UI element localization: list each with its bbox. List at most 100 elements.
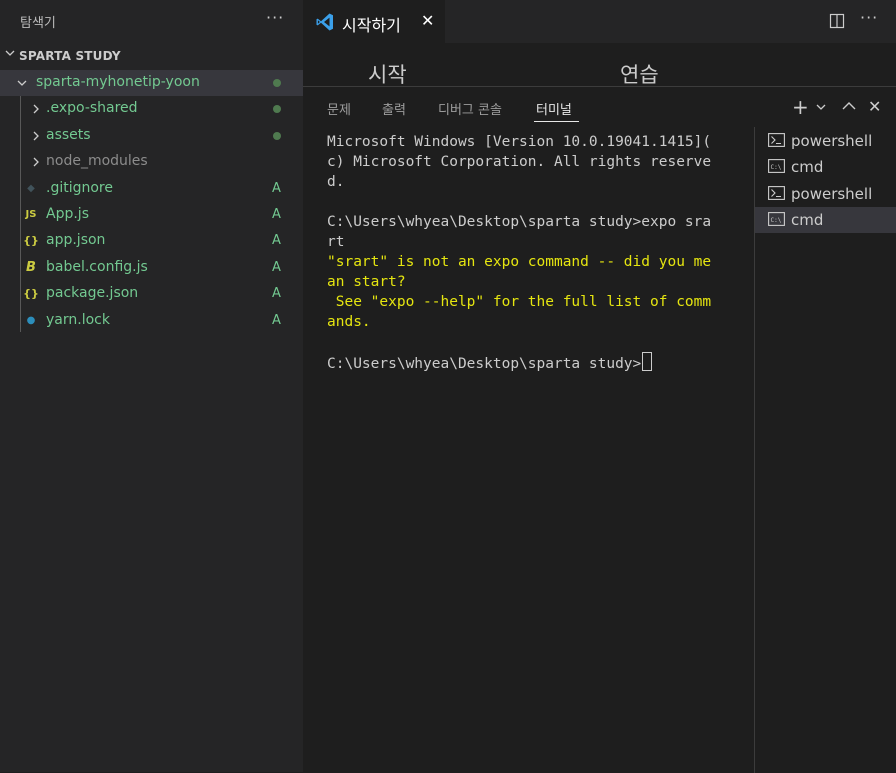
heading-practice: 연습 bbox=[620, 63, 659, 86]
terminal-line: C:\Users\whyea\Desktop\sparta study>expo… bbox=[327, 212, 729, 232]
terminal-cursor bbox=[642, 352, 653, 371]
git-status-badge: A bbox=[272, 207, 281, 222]
terminal-line-text: C:\Users\whyea\Desktop\sparta study> bbox=[327, 356, 642, 372]
git-status-badge: A bbox=[272, 180, 281, 196]
terminal-instance-list: powershell C:\ cmd powershell C:\ cmd bbox=[754, 127, 896, 773]
tab-label: 시작하기 bbox=[342, 16, 401, 35]
item-label: App.js bbox=[46, 206, 89, 222]
explorer-title: 탐색기 bbox=[20, 16, 56, 31]
terminal-line-text: Microsoft Windows [Version 10.0.19041.14… bbox=[327, 134, 712, 150]
item-label: sparta-myhonetip-yoon bbox=[36, 74, 200, 90]
terminal-line-text: ands. bbox=[327, 314, 371, 330]
terminal-instance-item[interactable]: powershell bbox=[755, 181, 896, 207]
terminal-instance-item[interactable]: C:\ cmd bbox=[755, 207, 896, 234]
tab-output[interactable]: 출력 bbox=[382, 99, 406, 118]
yarn-icon: ● bbox=[26, 314, 36, 326]
file-item[interactable]: ● yarn.lock A bbox=[0, 308, 303, 334]
editor-more-icon[interactable]: ··· bbox=[860, 8, 878, 27]
terminal-line-text: rt bbox=[327, 234, 345, 250]
tab-getting-started[interactable]: 시작하기 ✕ bbox=[303, 0, 445, 43]
chevron-down-icon bbox=[17, 80, 27, 86]
item-label: assets bbox=[46, 126, 91, 143]
item-label: app.json bbox=[46, 232, 106, 249]
cmd-icon: C:\ bbox=[768, 212, 785, 227]
item-label: .expo-shared bbox=[46, 100, 138, 117]
split-editor-icon[interactable] bbox=[829, 13, 845, 29]
git-icon: ◆ bbox=[27, 182, 35, 194]
active-tab-indicator bbox=[534, 121, 579, 122]
terminal-line: See "expo --help" for the full list of c… bbox=[327, 292, 729, 312]
explorer-sidebar: 탐색기 ··· SPARTA STUDY sparta-myhonetip-yo… bbox=[0, 0, 303, 772]
tab-debug-console[interactable]: 디버그 콘솔 bbox=[438, 99, 502, 118]
item-label: node_modules bbox=[46, 153, 148, 170]
vscode-logo-icon bbox=[316, 13, 333, 31]
file-item[interactable]: JS App.js A bbox=[0, 202, 303, 228]
terminal-instance-label: powershell bbox=[791, 132, 873, 150]
json-icon: {} bbox=[23, 287, 39, 301]
terminal-instance-item[interactable]: C:\ cmd bbox=[755, 154, 896, 180]
file-item[interactable]: {} package.json A bbox=[0, 281, 303, 307]
chevron-down-icon bbox=[5, 50, 15, 56]
terminal-instance-label: powershell bbox=[791, 184, 873, 203]
git-status-badge: A bbox=[272, 259, 281, 275]
chevron-right-icon bbox=[33, 131, 39, 141]
item-label: package.json bbox=[46, 285, 139, 302]
terminal-line: an start? bbox=[327, 272, 729, 292]
file-item[interactable]: ◆ .gitignore A bbox=[0, 176, 303, 202]
item-label: yarn.lock bbox=[46, 311, 110, 328]
folder-item[interactable]: sparta-myhonetip-yoon bbox=[0, 70, 303, 96]
chevron-down-icon[interactable] bbox=[816, 103, 826, 111]
git-status-badge: A bbox=[272, 312, 281, 328]
terminal-line-text: C:\Users\whyea\Desktop\sparta study>expo… bbox=[327, 214, 712, 230]
git-status-badge: A bbox=[272, 286, 281, 302]
js-icon: JS bbox=[25, 209, 37, 220]
item-label: .gitignore bbox=[46, 179, 113, 196]
terminal-output[interactable]: Microsoft Windows [Version 10.0.19041.14… bbox=[327, 132, 729, 372]
terminal-line-text: c) Microsoft Corporation. All rights res… bbox=[327, 154, 712, 170]
terminal-instance-label: cmd bbox=[791, 158, 824, 177]
git-status-badge: A bbox=[272, 233, 281, 249]
folder-item[interactable]: assets bbox=[0, 123, 303, 149]
svg-text:C:\: C:\ bbox=[771, 164, 782, 171]
maximize-panel-icon[interactable] bbox=[842, 101, 856, 111]
terminal-line-text: See "expo --help" for the full list of c… bbox=[327, 294, 712, 310]
terminal-line-text: d. bbox=[327, 174, 345, 190]
terminal-line: C:\Users\whyea\Desktop\sparta study> bbox=[327, 352, 729, 372]
heading-start: 시작 bbox=[368, 63, 407, 86]
terminal-line: Microsoft Windows [Version 10.0.19041.14… bbox=[327, 132, 729, 152]
chevron-right-icon bbox=[33, 104, 39, 114]
modified-dot-indicator bbox=[273, 105, 281, 114]
more-actions-icon[interactable]: ··· bbox=[266, 8, 284, 27]
chevron-right-icon bbox=[33, 157, 39, 167]
bottom-panel: 문제 출력 디버그 콘솔 터미널 + ✕ Microsoft Windows [… bbox=[303, 86, 896, 773]
modified-dot-indicator bbox=[273, 79, 281, 87]
close-panel-icon[interactable]: ✕ bbox=[868, 97, 881, 116]
svg-text:C:\: C:\ bbox=[771, 217, 782, 224]
terminal-line-text: "srart" is not an expo command -- did yo… bbox=[327, 254, 712, 270]
terminal-line: ands. bbox=[327, 312, 729, 332]
file-item[interactable]: Bbabel.config.js A bbox=[0, 255, 303, 281]
modified-dot-indicator bbox=[273, 131, 281, 140]
terminal-line: "srart" is not an expo command -- did yo… bbox=[327, 252, 729, 272]
terminal-instance-label: cmd bbox=[791, 211, 824, 230]
workspace-section-header[interactable]: SPARTA STUDY bbox=[0, 44, 303, 68]
close-icon[interactable]: ✕ bbox=[421, 11, 434, 30]
explorer-header: 탐색기 ··· bbox=[0, 0, 303, 42]
editor-content: 시작 연습 bbox=[303, 43, 896, 86]
json-icon: {} bbox=[23, 234, 39, 248]
folder-item[interactable]: .expo-shared bbox=[0, 96, 303, 122]
editor-tab-bar: 시작하기 ✕ bbox=[303, 0, 896, 43]
terminal-line: c) Microsoft Corporation. All rights res… bbox=[327, 152, 729, 172]
terminal-instance-item[interactable]: powershell bbox=[755, 128, 896, 154]
cmd-icon: C:\ bbox=[768, 159, 785, 174]
folder-item[interactable]: node_modules bbox=[0, 149, 303, 175]
terminal-line: d. bbox=[327, 172, 729, 192]
tab-problems[interactable]: 문제 bbox=[327, 99, 351, 118]
tab-terminal[interactable]: 터미널 bbox=[536, 99, 572, 118]
terminal-line-text: an start? bbox=[327, 274, 406, 290]
file-item[interactable]: {} app.json A bbox=[0, 228, 303, 254]
powershell-icon bbox=[768, 185, 785, 200]
new-terminal-icon[interactable]: + bbox=[792, 95, 809, 119]
